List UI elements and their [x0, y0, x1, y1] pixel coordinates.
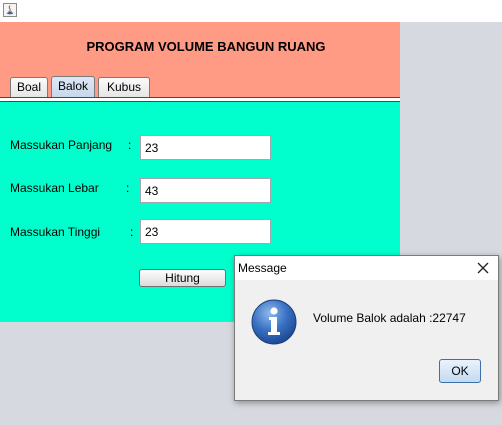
dialog-message: Volume Balok adalah :22747 — [313, 311, 466, 325]
dialog-title: Message — [238, 261, 287, 275]
tinggi-colon: : — [130, 225, 134, 239]
tinggi-input[interactable] — [140, 219, 271, 244]
tab-boal[interactable]: Boal — [10, 77, 48, 98]
tab-balok[interactable]: Balok — [51, 76, 95, 98]
dialog-title-bar: Message — [235, 256, 498, 280]
lebar-colon: : — [126, 181, 130, 195]
ok-button[interactable]: OK — [439, 359, 481, 383]
panjang-input[interactable] — [140, 135, 271, 160]
window-title-bar — [0, 0, 502, 22]
lebar-input[interactable] — [140, 178, 271, 203]
tinggi-label: Massukan Tinggi — [10, 225, 101, 239]
page-title: PROGRAM VOLUME BANGUN RUANG — [86, 39, 326, 54]
hitung-button[interactable]: Hitung — [139, 269, 226, 287]
java-icon — [3, 3, 17, 17]
close-icon[interactable] — [474, 259, 492, 277]
message-dialog: Message Volume Balok adalah :22747 OK — [234, 255, 499, 401]
info-icon — [250, 298, 298, 346]
lebar-label: Massukan Lebar — [10, 181, 99, 195]
panjang-label: Massukan Panjang — [10, 138, 113, 152]
tab-kubus[interactable]: Kubus — [98, 77, 150, 98]
panjang-colon: : — [128, 138, 132, 152]
